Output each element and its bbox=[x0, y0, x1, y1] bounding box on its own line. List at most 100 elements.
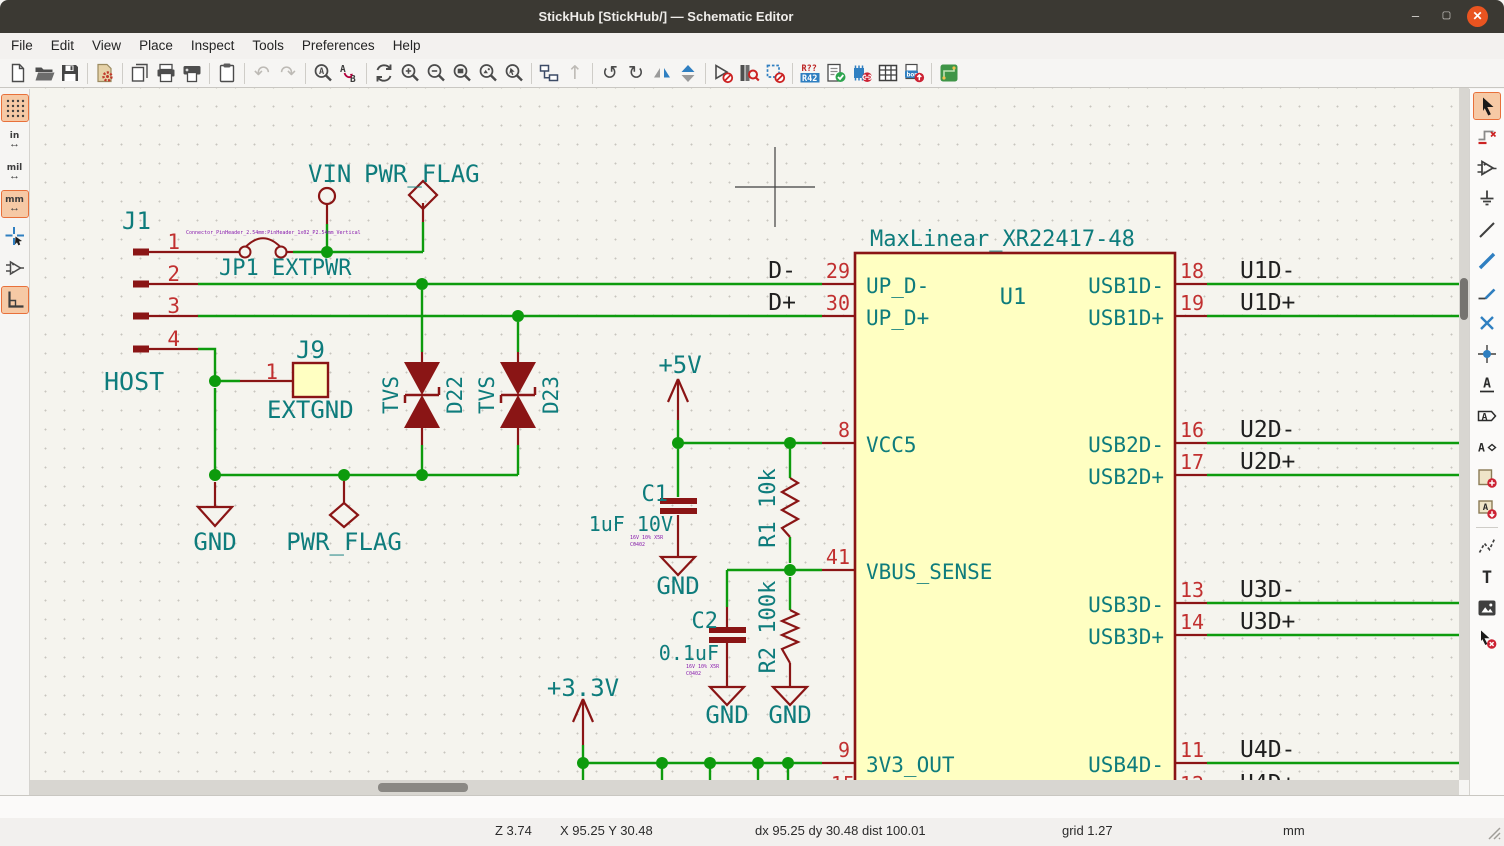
assign-footprints-button[interactable] bbox=[849, 60, 875, 86]
net-label-u2dp[interactable]: U2D+ bbox=[1240, 449, 1295, 475]
u1-reference[interactable]: U1 bbox=[1000, 285, 1027, 310]
new-schematic-button[interactable] bbox=[5, 60, 31, 86]
draw-lines-tool-button[interactable] bbox=[1474, 533, 1500, 559]
close-button[interactable]: ✕ bbox=[1467, 6, 1488, 27]
net-label-dm[interactable]: D- bbox=[768, 258, 796, 284]
hierarchical-label-tool-button[interactable]: A bbox=[1474, 434, 1500, 460]
r1-label[interactable]: R1 10k bbox=[756, 468, 781, 547]
schematic-setup-button[interactable] bbox=[92, 60, 118, 86]
c1-value[interactable]: 1uF 10V bbox=[589, 512, 673, 536]
jp1-label[interactable]: JP1 EXTPWR bbox=[219, 256, 352, 281]
menu-edit[interactable]: Edit bbox=[42, 33, 83, 59]
text-tool-button[interactable]: T bbox=[1474, 564, 1500, 590]
zoom-in-button[interactable] bbox=[397, 60, 423, 86]
cursor-shape-button[interactable] bbox=[2, 223, 28, 249]
horizontal-scrollbar-thumb[interactable] bbox=[378, 783, 468, 792]
net-label-u2dm[interactable]: U2D- bbox=[1240, 417, 1295, 443]
r2-resistor[interactable] bbox=[782, 610, 798, 663]
wire-to-bus-entry-tool-button[interactable] bbox=[1474, 279, 1500, 305]
global-label-tool-button[interactable]: A bbox=[1474, 403, 1500, 429]
generate-bom-button[interactable]: bom bbox=[901, 60, 927, 86]
j9-reference[interactable]: J9 bbox=[296, 336, 325, 364]
bus-tool-button[interactable] bbox=[1474, 248, 1500, 274]
p5v-label[interactable]: +5V bbox=[658, 351, 701, 379]
plot-button[interactable] bbox=[179, 60, 205, 86]
annotate-button[interactable]: R??R42 bbox=[797, 60, 823, 86]
d22-value[interactable]: TVS bbox=[379, 376, 403, 414]
pwr-flag-bottom-label[interactable]: PWR_FLAG bbox=[286, 528, 402, 556]
redo-button[interactable]: ↷ bbox=[275, 60, 301, 86]
junction-tool-button[interactable] bbox=[1474, 341, 1500, 367]
net-label-tool-button[interactable]: A bbox=[1474, 372, 1500, 398]
erc-button[interactable] bbox=[823, 60, 849, 86]
host-label[interactable]: HOST bbox=[104, 367, 164, 396]
select-tool-button[interactable] bbox=[1474, 93, 1500, 119]
no-connect-tool-button[interactable] bbox=[1474, 310, 1500, 336]
minimize-button[interactable]: – bbox=[1405, 6, 1426, 27]
resize-grip[interactable] bbox=[1485, 824, 1501, 840]
gnd-label-3[interactable]: GND bbox=[705, 701, 748, 729]
units-mils-button[interactable]: mil↔ bbox=[2, 159, 28, 185]
place-symbol-tool-button[interactable] bbox=[1474, 155, 1500, 181]
image-tool-button[interactable] bbox=[1474, 595, 1500, 621]
zoom-out-button[interactable] bbox=[423, 60, 449, 86]
zoom-fit-button[interactable] bbox=[449, 60, 475, 86]
net-label-u3dm[interactable]: U3D- bbox=[1240, 577, 1295, 603]
p3v3-label[interactable]: +3.3V bbox=[547, 674, 619, 702]
undo-button[interactable]: ↶ bbox=[249, 60, 275, 86]
open-pcb-editor-button[interactable] bbox=[936, 60, 962, 86]
c2-reference[interactable]: C2 bbox=[692, 609, 719, 634]
schematic-canvas[interactable]: J1 VIN PWR_FLAG JP1 EXTPWR Connector_Pin… bbox=[30, 88, 1461, 780]
gnd-label-1[interactable]: GND bbox=[193, 528, 236, 556]
j1-connector-pins[interactable] bbox=[133, 249, 149, 353]
c1-reference[interactable]: C1 bbox=[642, 482, 669, 507]
units-inches-button[interactable]: in↔ bbox=[2, 127, 28, 153]
r1-resistor[interactable] bbox=[782, 478, 798, 537]
net-label-dp[interactable]: D+ bbox=[768, 290, 796, 316]
delete-tool-button[interactable] bbox=[1474, 626, 1500, 652]
refresh-button[interactable] bbox=[371, 60, 397, 86]
net-label-u4dm[interactable]: U4D- bbox=[1240, 737, 1295, 763]
find-replace-button[interactable]: AB bbox=[336, 60, 362, 86]
net-label-u1dp[interactable]: U1D+ bbox=[1240, 290, 1295, 316]
jp1-jumper[interactable] bbox=[240, 238, 287, 257]
menu-preferences[interactable]: Preferences bbox=[293, 33, 384, 59]
vin-power-symbol[interactable] bbox=[319, 188, 335, 204]
mirror-vertical-button[interactable] bbox=[675, 60, 701, 86]
hv-lines-only-button[interactable] bbox=[2, 287, 28, 313]
import-sheet-pin-tool-button[interactable]: A bbox=[1474, 496, 1500, 522]
menu-help[interactable]: Help bbox=[384, 33, 430, 59]
edit-footprints-button[interactable] bbox=[762, 60, 788, 86]
d22-reference[interactable]: D22 bbox=[443, 376, 467, 414]
paste-button[interactable] bbox=[214, 60, 240, 86]
net-label-u1dm[interactable]: U1D- bbox=[1240, 258, 1295, 284]
hierarchical-sheet-tool-button[interactable] bbox=[1474, 465, 1500, 491]
browse-symbol-libraries-button[interactable] bbox=[736, 60, 762, 86]
wire-junctions[interactable] bbox=[209, 246, 796, 769]
d22-tvs-diode[interactable] bbox=[404, 362, 440, 428]
highlight-net-tool-button[interactable] bbox=[1474, 124, 1500, 150]
maximize-button[interactable]: ▢ bbox=[1436, 6, 1457, 27]
gnd-label-4[interactable]: GND bbox=[768, 701, 811, 729]
title-bar[interactable]: StickHub [StickHub/] — Schematic Editor … bbox=[0, 0, 1504, 33]
open-schematic-button[interactable] bbox=[31, 60, 57, 86]
menu-inspect[interactable]: Inspect bbox=[182, 33, 244, 59]
gnd-label-2[interactable]: GND bbox=[656, 572, 699, 600]
menu-view[interactable]: View bbox=[83, 33, 130, 59]
u1-chip-body[interactable] bbox=[855, 253, 1175, 780]
net-label-u3dp[interactable]: U3D+ bbox=[1240, 609, 1295, 635]
menu-place[interactable]: Place bbox=[130, 33, 182, 59]
rotate-cw-button[interactable]: ↻ bbox=[623, 60, 649, 86]
toggle-grid-button[interactable] bbox=[2, 95, 28, 121]
place-power-port-tool-button[interactable] bbox=[1474, 186, 1500, 212]
d23-tvs-diode[interactable] bbox=[500, 362, 536, 428]
u1-value[interactable]: MaxLinear_XR22417-48 bbox=[870, 227, 1135, 252]
leave-sheet-button[interactable]: ↑ bbox=[562, 60, 588, 86]
net-label-u4dp[interactable]: U4D+ bbox=[1240, 771, 1295, 780]
d23-value[interactable]: TVS bbox=[475, 376, 499, 414]
r2-label[interactable]: R2 100k bbox=[756, 581, 781, 674]
units-mm-button[interactable]: mm↔ bbox=[2, 191, 28, 217]
menu-tools[interactable]: Tools bbox=[243, 33, 293, 59]
mirror-horizontal-button[interactable] bbox=[649, 60, 675, 86]
rotate-ccw-button[interactable]: ↺ bbox=[597, 60, 623, 86]
